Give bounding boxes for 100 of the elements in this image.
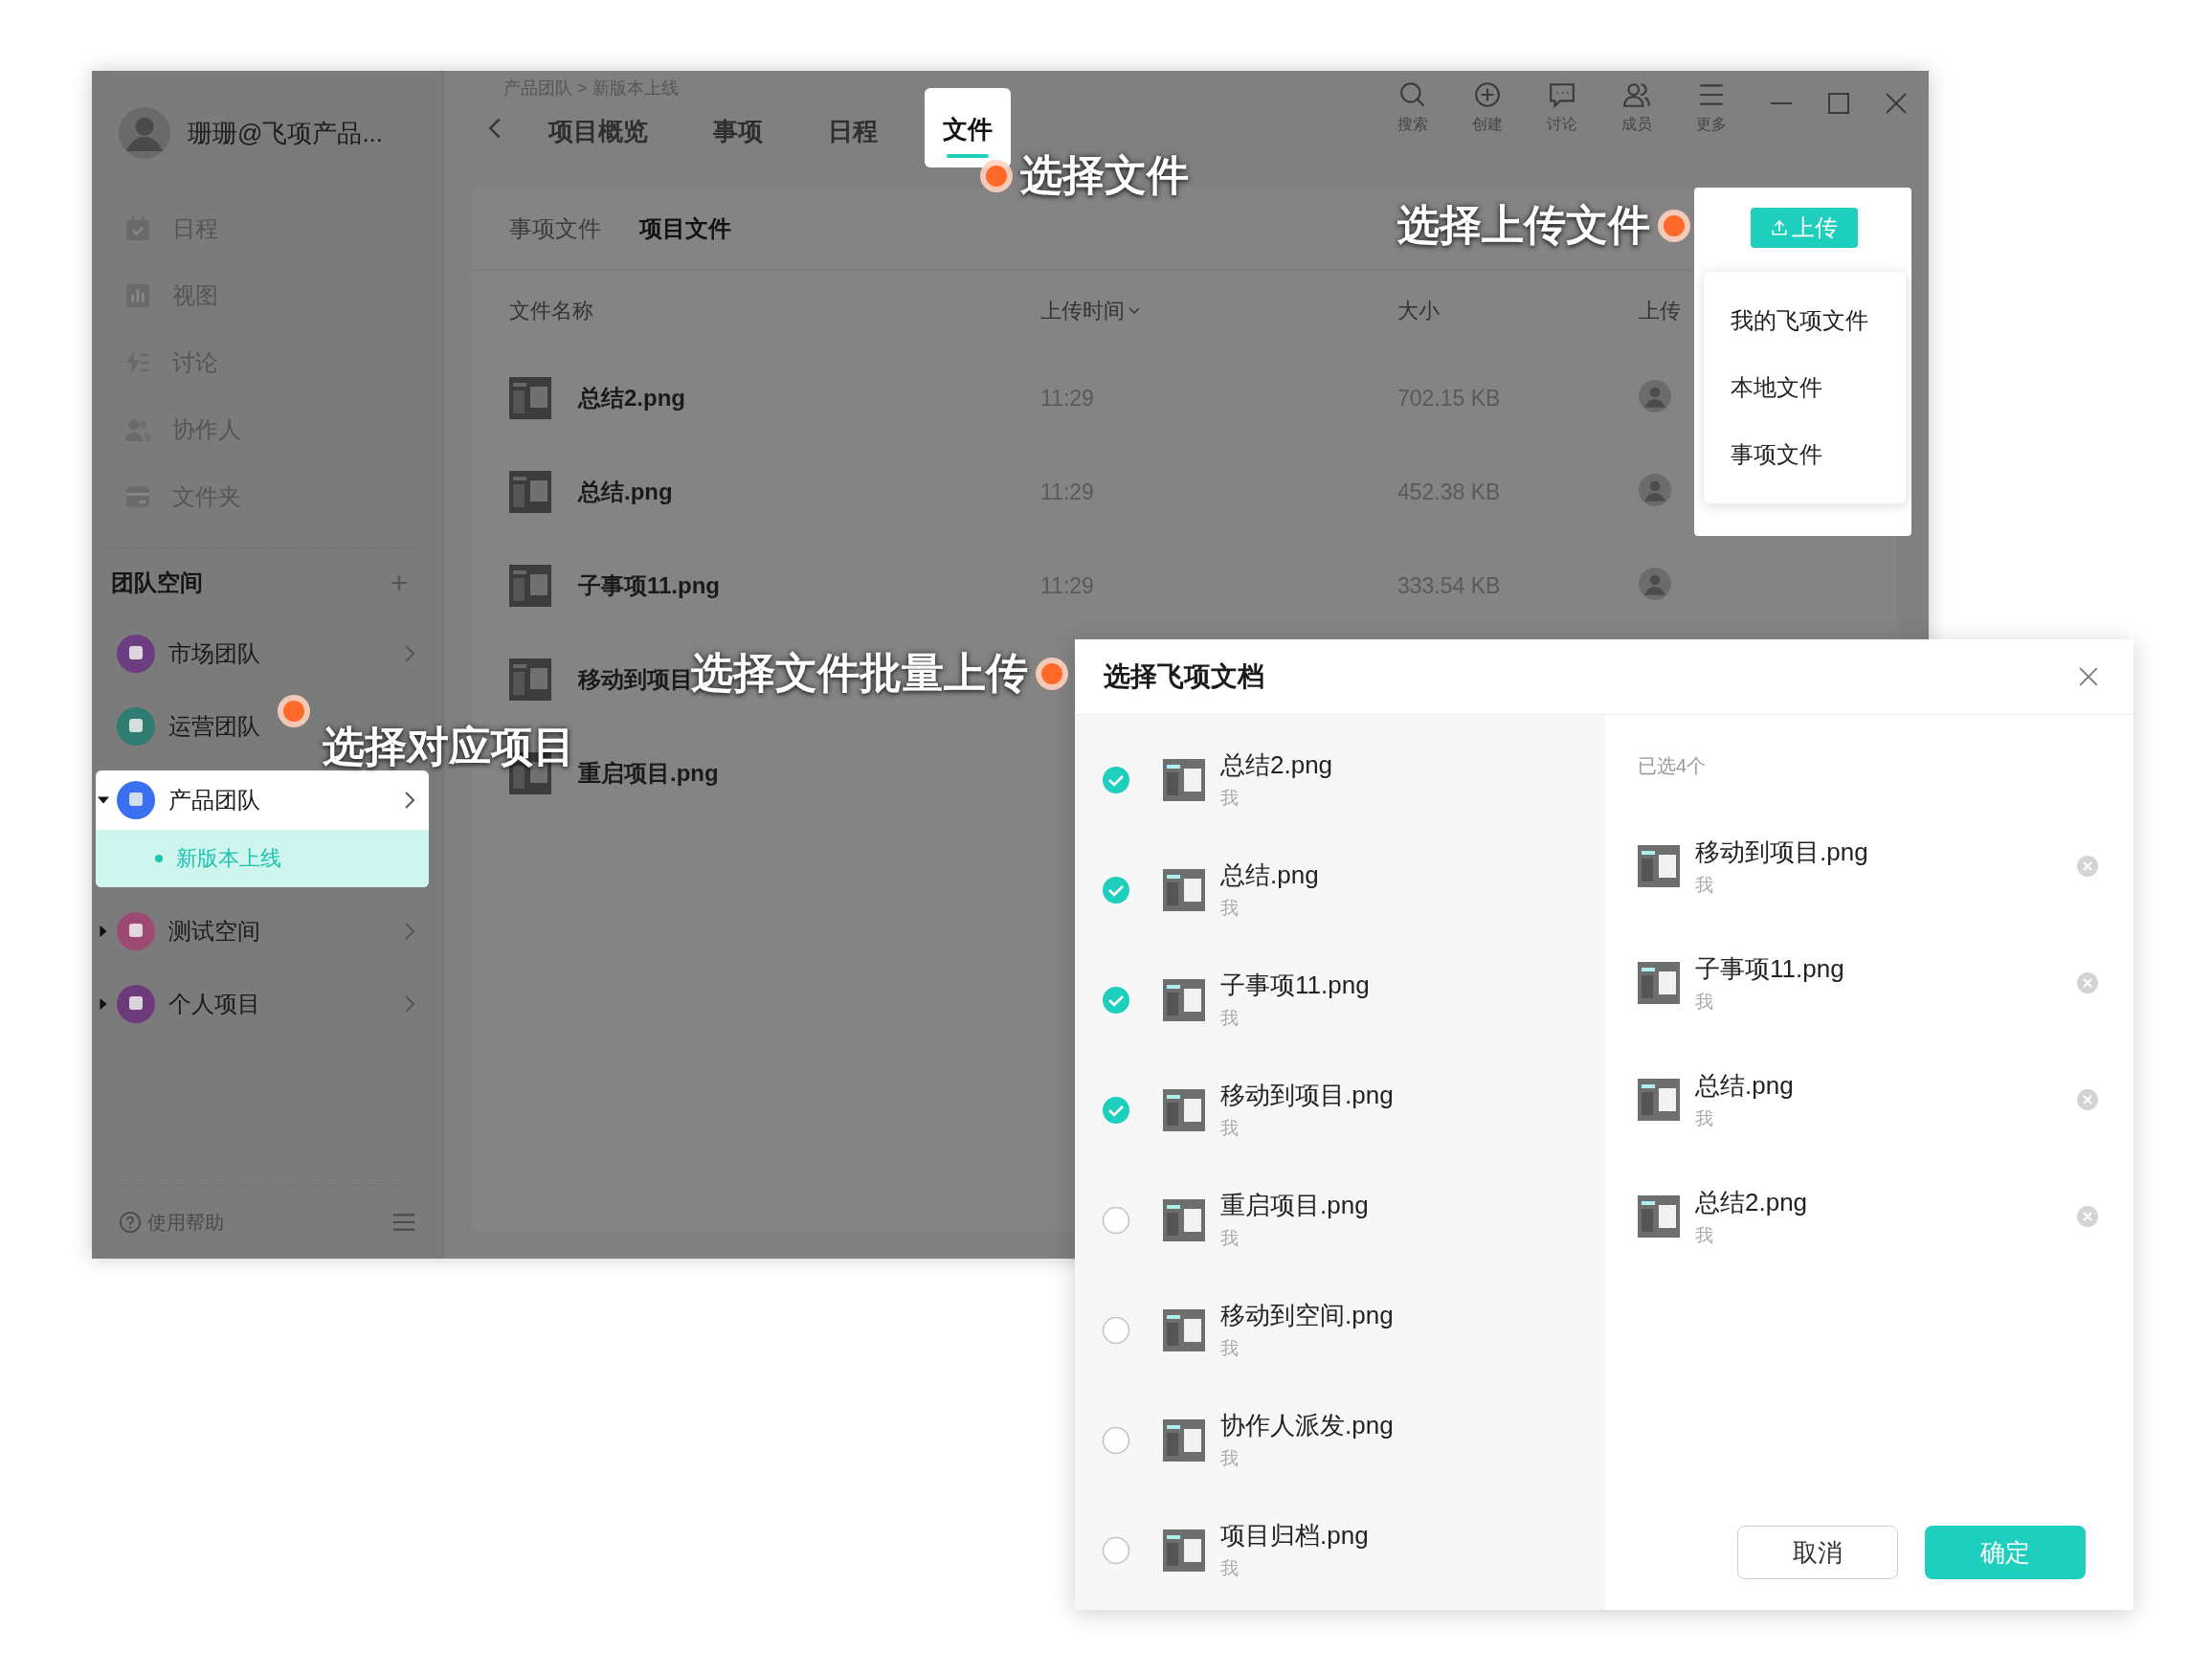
help-icon bbox=[119, 1211, 142, 1234]
callout-label: 选择文件批量上传 bbox=[691, 648, 1028, 698]
team-item[interactable]: 产品团队 bbox=[96, 770, 429, 830]
dialog-title: 选择飞项文档 bbox=[1104, 660, 1264, 693]
file-name: 移动到项目.png bbox=[1695, 836, 1868, 868]
toolbar-button[interactable]: 更多 bbox=[1686, 80, 1737, 135]
file-name[interactable]: 总结.png bbox=[578, 477, 673, 507]
tab[interactable]: 文件 bbox=[925, 88, 1011, 167]
image-thumbnail-icon bbox=[509, 471, 551, 513]
file-name[interactable]: 移动到空间.png bbox=[1220, 1299, 1394, 1332]
file-owner: 我 bbox=[1220, 1337, 1240, 1360]
file-owner: 我 bbox=[1695, 1106, 1714, 1130]
file-name: 总结.png bbox=[1695, 1069, 1794, 1102]
file-name[interactable]: 移动到项目.png bbox=[1220, 1079, 1394, 1112]
image-thumbnail-icon bbox=[1638, 1079, 1680, 1121]
sub-tab[interactable]: 事项文件 bbox=[509, 213, 601, 244]
image-thumbnail-icon bbox=[1163, 978, 1205, 1021]
team-item[interactable]: 个人项目 bbox=[96, 968, 429, 1040]
image-thumbnail-icon bbox=[1163, 1308, 1205, 1351]
file-name[interactable]: 重启项目.png bbox=[578, 758, 719, 789]
checked-checkbox[interactable] bbox=[1102, 985, 1130, 1015]
unchecked-checkbox[interactable] bbox=[1102, 1535, 1130, 1565]
remove-icon[interactable] bbox=[2076, 855, 2099, 878]
sort-caret-icon bbox=[1128, 307, 1140, 315]
image-thumbnail-icon bbox=[1638, 845, 1680, 887]
section-title: 团队空间 bbox=[111, 569, 203, 597]
maximize-icon[interactable] bbox=[1825, 90, 1852, 117]
file-owner: 我 bbox=[1220, 897, 1240, 920]
checked-checkbox[interactable] bbox=[1102, 875, 1130, 904]
file-name[interactable]: 子事项11.png bbox=[1220, 969, 1370, 1002]
column-header[interactable]: 文件名称 bbox=[509, 297, 1040, 325]
image-thumbnail-icon bbox=[1163, 868, 1205, 911]
file-owner: 我 bbox=[1220, 1447, 1240, 1470]
toolbar-button[interactable]: 创建 bbox=[1462, 80, 1513, 135]
file-owner: 我 bbox=[1220, 1227, 1240, 1250]
image-thumbnail-icon bbox=[1163, 1529, 1205, 1572]
file-name[interactable]: 总结.png bbox=[1220, 859, 1319, 892]
tab[interactable]: 日程 bbox=[810, 98, 896, 187]
add-icon[interactable] bbox=[389, 572, 410, 593]
file-name[interactable]: 协作人派发.png bbox=[1220, 1409, 1394, 1442]
menu-item[interactable]: 我的飞项文件 bbox=[1704, 287, 1906, 354]
upload-icon bbox=[1771, 219, 1788, 236]
file-name[interactable]: 重启项目.png bbox=[1220, 1189, 1369, 1222]
file-owner: 我 bbox=[1220, 1117, 1240, 1140]
user-name[interactable]: 珊珊@飞项产品... bbox=[188, 116, 384, 150]
image-thumbnail-icon bbox=[509, 658, 551, 701]
toolbar-button[interactable]: 搜索 bbox=[1387, 80, 1439, 135]
checked-checkbox[interactable] bbox=[1102, 1095, 1130, 1125]
search-icon bbox=[1398, 80, 1427, 109]
expanded-triangle-icon[interactable] bbox=[98, 794, 109, 806]
file-name[interactable]: 子事项11.png bbox=[578, 570, 721, 601]
cancel-button[interactable]: 取消 bbox=[1737, 1526, 1898, 1579]
file-owner: 我 bbox=[1695, 1223, 1714, 1247]
back-icon[interactable] bbox=[488, 117, 502, 140]
file-owner: 我 bbox=[1220, 787, 1240, 810]
image-thumbnail-icon bbox=[1638, 1195, 1680, 1238]
tab[interactable]: 事项 bbox=[695, 98, 781, 187]
menu-icon[interactable] bbox=[391, 1212, 417, 1233]
close-icon[interactable] bbox=[2078, 666, 2099, 687]
unchecked-checkbox[interactable] bbox=[1102, 1315, 1130, 1345]
unchecked-checkbox[interactable] bbox=[1102, 1205, 1130, 1235]
uploader-avatar-icon bbox=[1639, 568, 1671, 600]
remove-icon[interactable] bbox=[2076, 1088, 2099, 1111]
toolbar-button[interactable]: 成员 bbox=[1611, 80, 1663, 135]
selected-count: 已选4个 bbox=[1638, 754, 1708, 778]
image-thumbnail-icon bbox=[1638, 962, 1680, 1004]
column-header[interactable]: 大小 bbox=[1397, 297, 1639, 325]
uploader-avatar-icon bbox=[1639, 474, 1671, 506]
toolbar-button[interactable]: 讨论 bbox=[1536, 80, 1588, 135]
collapsed-triangle-icon[interactable] bbox=[98, 926, 109, 937]
callout-label: 选择上传文件 bbox=[1397, 200, 1650, 250]
sub-tab[interactable]: 项目文件 bbox=[639, 213, 731, 244]
file-name: 子事项11.png bbox=[1695, 952, 1844, 985]
team-item[interactable]: 测试空间 bbox=[96, 895, 429, 968]
team-item[interactable]: 市场团队 bbox=[96, 617, 429, 690]
unchecked-checkbox[interactable] bbox=[1102, 1425, 1130, 1455]
file-owner: 我 bbox=[1220, 1557, 1240, 1580]
remove-icon[interactable] bbox=[2076, 971, 2099, 994]
file-name[interactable]: 总结2.png bbox=[1220, 748, 1333, 782]
file-name: 总结2.png bbox=[1695, 1186, 1808, 1218]
image-thumbnail-icon bbox=[509, 565, 551, 607]
uploader-avatar-icon bbox=[1639, 380, 1671, 413]
menu-item[interactable]: 事项文件 bbox=[1704, 421, 1906, 488]
image-thumbnail-icon bbox=[509, 377, 551, 419]
chat-bubble-icon bbox=[1548, 80, 1576, 109]
collapsed-triangle-icon[interactable] bbox=[98, 998, 109, 1010]
tab[interactable]: 项目概览 bbox=[530, 98, 666, 187]
file-name[interactable]: 项目归档.png bbox=[1220, 1519, 1369, 1552]
team-item[interactable]: 运营团队 bbox=[96, 690, 274, 763]
menu-item[interactable]: 本地文件 bbox=[1704, 354, 1906, 421]
image-thumbnail-icon bbox=[1163, 1418, 1205, 1462]
file-name[interactable]: 总结2.png bbox=[578, 383, 685, 413]
checked-checkbox[interactable] bbox=[1102, 765, 1130, 794]
remove-icon[interactable] bbox=[2076, 1205, 2099, 1228]
file-owner: 我 bbox=[1695, 990, 1714, 1014]
user-avatar-icon bbox=[119, 107, 170, 159]
image-thumbnail-icon bbox=[1163, 1088, 1205, 1131]
callout-label: 选择对应项目 bbox=[323, 722, 575, 771]
column-header[interactable]: 上传时间 bbox=[1040, 297, 1397, 325]
image-thumbnail-icon bbox=[1163, 758, 1205, 801]
